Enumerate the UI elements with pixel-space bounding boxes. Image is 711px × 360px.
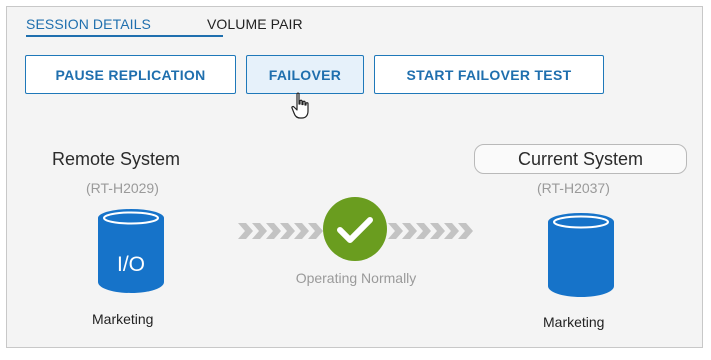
current-system-title-box: Current System (474, 144, 687, 174)
current-system-id: (RT-H2037) (537, 180, 610, 196)
disk-io-label: I/O (117, 253, 145, 276)
current-disk-icon (548, 213, 614, 297)
tab-volume-pair[interactable]: VOLUME PAIR (207, 12, 303, 37)
tab-session-details[interactable]: SESSION DETAILS (26, 12, 151, 37)
remote-disk-icon: I/O (98, 209, 164, 293)
current-volume-name: Marketing (543, 314, 605, 330)
replication-arrows-left (238, 223, 323, 239)
failover-button[interactable]: FAILOVER (246, 55, 364, 94)
remote-system-title: Remote System (52, 149, 181, 169)
status-text: Operating Normally (295, 270, 417, 286)
remote-volume-name: Marketing (92, 311, 154, 327)
active-tab-indicator (26, 35, 223, 37)
tab-bar: SESSION DETAILS VOLUME PAIR (26, 12, 359, 37)
start-failover-test-button[interactable]: START FAILOVER TEST (374, 55, 604, 94)
replication-arrows-right (388, 223, 473, 239)
hand-cursor-icon (291, 92, 309, 119)
status-ok-icon (323, 197, 387, 261)
current-system-title: Current System (517, 148, 644, 169)
pause-replication-button[interactable]: PAUSE REPLICATION (25, 55, 236, 94)
remote-system-id: (RT-H2029) (86, 180, 159, 196)
